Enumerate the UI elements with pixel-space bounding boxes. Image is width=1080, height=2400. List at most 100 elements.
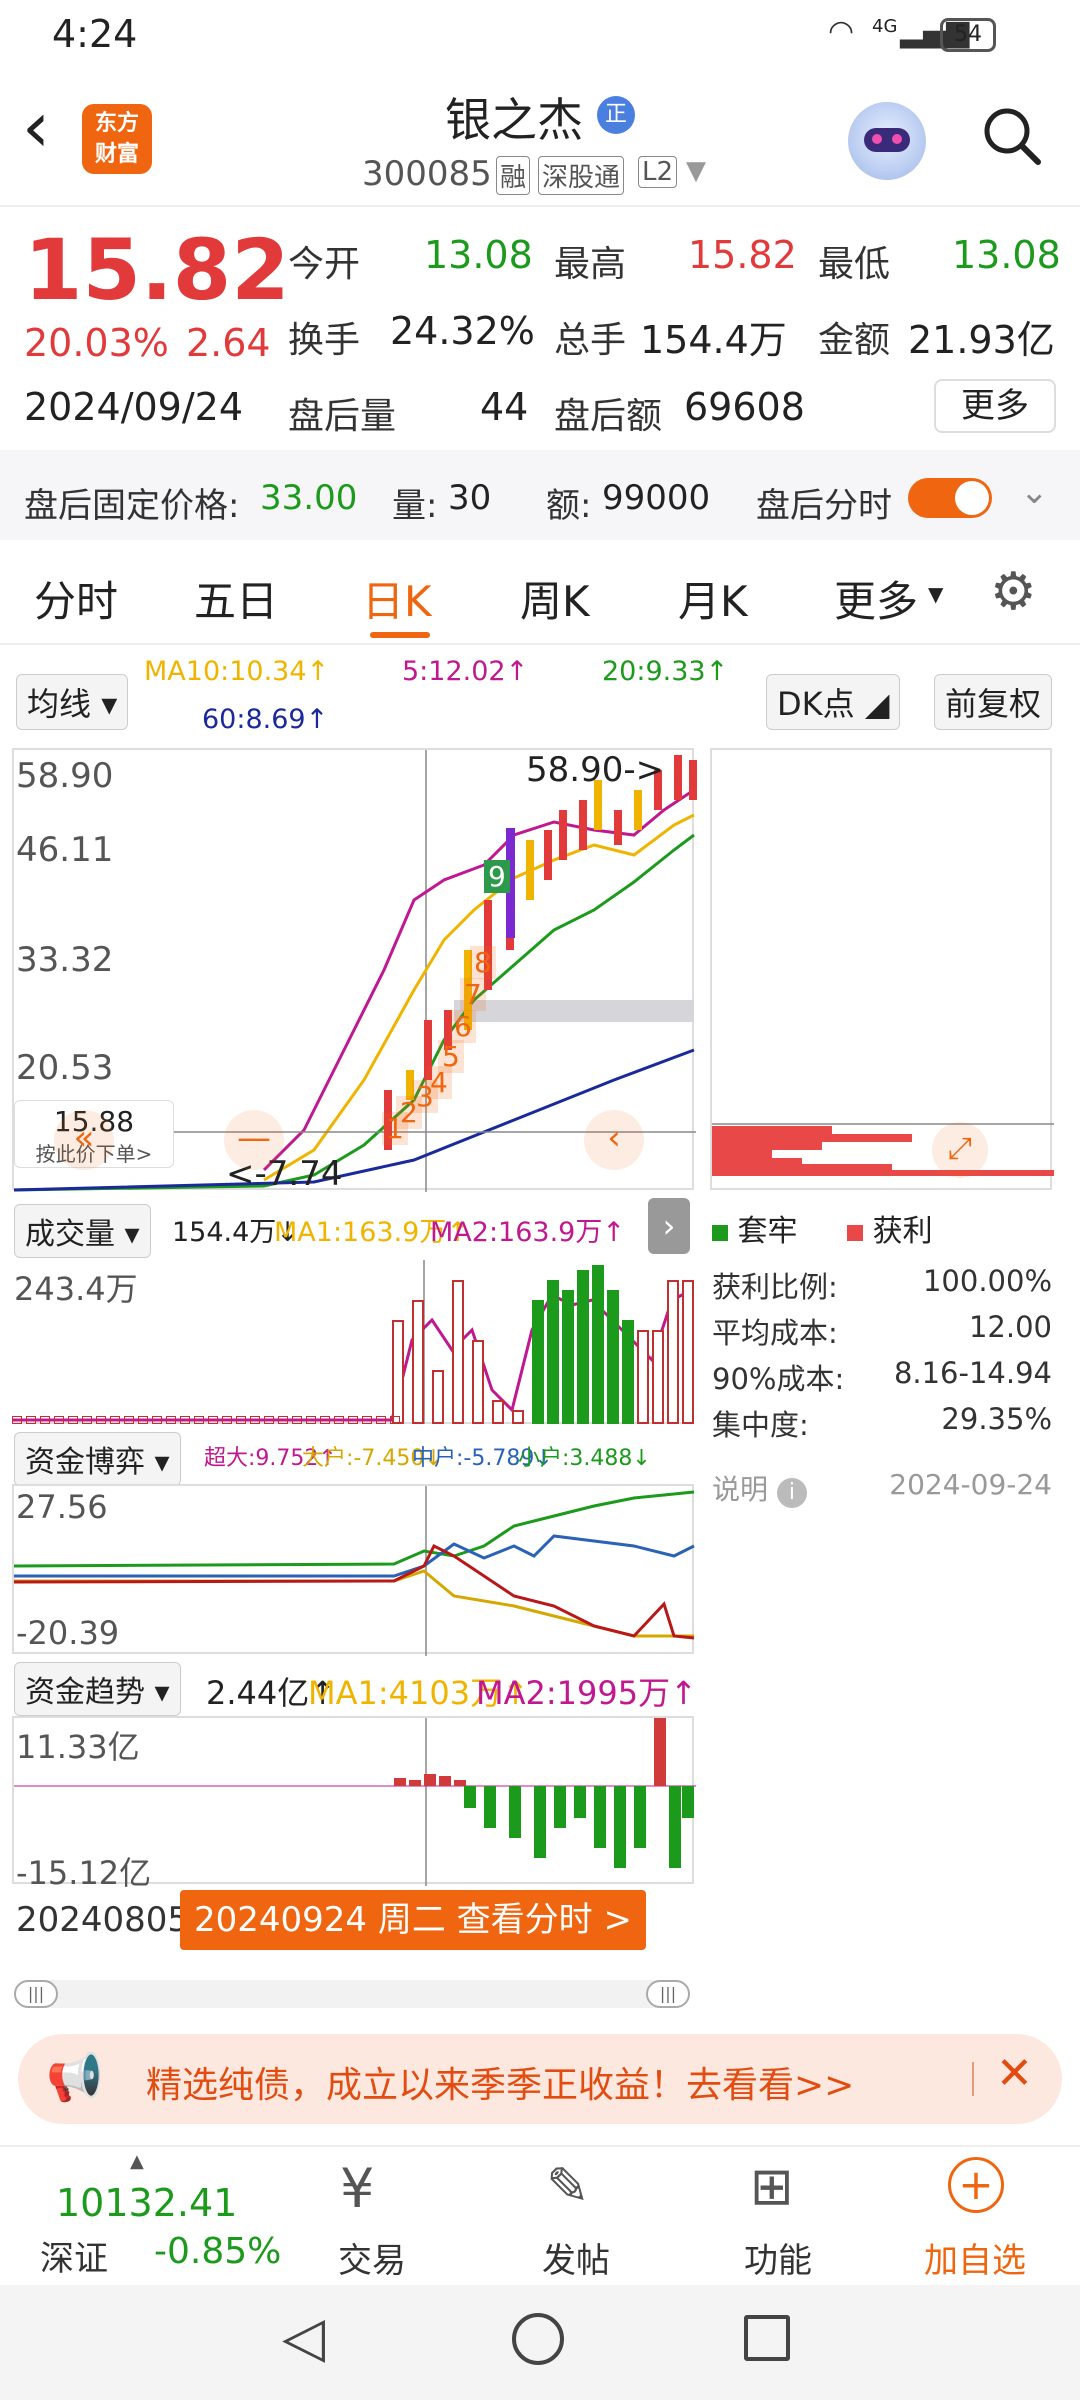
- adjust-button[interactable]: 前复权: [934, 674, 1053, 730]
- nav-home-icon[interactable]: [512, 2313, 564, 2365]
- tab-more-caret-icon: ▼: [928, 582, 944, 606]
- fund-game-chart[interactable]: 27.56 -20.39: [12, 1484, 695, 1656]
- search-icon[interactable]: [982, 106, 1042, 166]
- volume-chart[interactable]: 243.4万: [12, 1260, 694, 1424]
- kline-chart[interactable]: 123456789 58.90 46.11 33.32 20.53 58.90-…: [12, 748, 697, 1194]
- post-button[interactable]: 发帖: [542, 2233, 610, 2282]
- range-handle-left[interactable]: |||: [14, 1980, 58, 2008]
- dk-point-button[interactable]: DK点 ◢: [766, 674, 901, 730]
- expand-chevron-icon[interactable]: ⌄: [1020, 472, 1049, 512]
- ma-select[interactable]: 均线 ▾: [16, 674, 129, 730]
- low-value: 13.08: [952, 233, 1061, 277]
- fund-trend-bar: [464, 1786, 476, 1808]
- tab-more[interactable]: 更多: [834, 568, 918, 629]
- volume-ymax: 243.4万: [14, 1270, 138, 1308]
- more-button[interactable]: 更多: [934, 379, 1056, 433]
- nav-back-icon[interactable]: ◁: [282, 2305, 325, 2370]
- trade-icon[interactable]: ¥: [340, 2157, 374, 2220]
- caret-down-icon[interactable]: ▼: [686, 156, 706, 186]
- range-scrollbar[interactable]: ||| |||: [14, 1980, 690, 2008]
- expand-chip-icon[interactable]: ⤢: [932, 1122, 988, 1178]
- zoom-out-icon[interactable]: —: [224, 1110, 284, 1170]
- volume-bar: [54, 1416, 64, 1424]
- add-watchlist-button[interactable]: 加自选: [924, 2233, 1026, 2282]
- fund-trend-chart[interactable]: 11.33亿 -15.12亿: [12, 1716, 696, 1892]
- settings-gear-icon[interactable]: ⚙: [990, 562, 1037, 622]
- index-change: -0.85%: [154, 2231, 282, 2272]
- volume-bar: [512, 1410, 524, 1424]
- function-grid-icon[interactable]: ⊞: [750, 2157, 794, 2217]
- volume-bar: [12, 1416, 22, 1424]
- chip-note-link[interactable]: 说明: [712, 1473, 768, 1506]
- chip-date: 2024-09-24: [889, 1468, 1052, 1501]
- volume-bar: [250, 1416, 260, 1424]
- volume-bar: [472, 1340, 484, 1424]
- volume-bar: [682, 1280, 694, 1424]
- fund-trend-bar: [409, 1780, 421, 1786]
- fund-game-select[interactable]: 资金博弈 ▾: [14, 1432, 181, 1486]
- after-amt-value: 69608: [684, 385, 805, 429]
- index-collapse-icon[interactable]: ▲: [130, 2151, 144, 2172]
- td-count-label: 8: [470, 946, 496, 979]
- view-intraday-button[interactable]: 20240924 周二 查看分时 >: [180, 1890, 646, 1950]
- volume-bar: [667, 1280, 679, 1424]
- fund-trend-bar: [682, 1786, 694, 1818]
- range-handle-right[interactable]: |||: [646, 1980, 690, 2008]
- back-icon[interactable]: ‹: [22, 92, 50, 162]
- collapse-arrow-icon[interactable]: ›: [648, 1198, 690, 1254]
- scroll-left-icon[interactable]: «: [54, 1110, 114, 1170]
- add-watchlist-icon[interactable]: +: [948, 2157, 1004, 2213]
- fund-trend-bar: [484, 1786, 496, 1828]
- wifi-icon: ◠: [828, 14, 855, 49]
- tab-5day[interactable]: 五日: [194, 568, 278, 629]
- volume-bar: [292, 1416, 302, 1424]
- volume-bar: [532, 1300, 544, 1424]
- system-nav-bar: ◁: [0, 2285, 1080, 2400]
- stock-code: 300085: [362, 154, 492, 194]
- info-icon[interactable]: i: [776, 1478, 807, 1508]
- after-amt-label2: 额:: [546, 486, 592, 526]
- volume-bar: [592, 1265, 604, 1424]
- post-icon[interactable]: ✎: [546, 2157, 590, 2217]
- robot-avatar[interactable]: [848, 102, 926, 180]
- megaphone-icon: 📢: [46, 2050, 104, 2104]
- ad-banner[interactable]: 📢 精选纯债，成立以来季季正收益！去看看>> ✕: [18, 2034, 1062, 2124]
- trade-button[interactable]: 交易: [338, 2233, 406, 2282]
- candle: [579, 800, 587, 850]
- function-button[interactable]: 功能: [744, 2233, 812, 2282]
- ma20-legend: 20:9.33↑: [602, 656, 729, 687]
- afterhours-bar: 盘后固定价格: 33.00 量: 30 额: 99000 盘后分时 ⌄: [0, 450, 1080, 540]
- volume-select[interactable]: 成交量 ▾: [14, 1204, 151, 1258]
- tab-daily-k[interactable]: 日K: [362, 568, 432, 629]
- volume-bar: [547, 1280, 559, 1424]
- volume-bar: [412, 1300, 424, 1424]
- after-amt: 99000: [602, 478, 711, 518]
- nav-recents-icon[interactable]: [744, 2315, 790, 2361]
- chip-stat-key: 获利比例:: [712, 1270, 838, 1304]
- network-label: 4G: [872, 16, 898, 37]
- volume-bar: [492, 1400, 504, 1424]
- tab-weekly-k[interactable]: 周K: [520, 568, 590, 629]
- after-amt-label: 盘后额: [554, 396, 663, 437]
- amount-label: 金额: [818, 320, 891, 361]
- volume-bar: [607, 1290, 619, 1424]
- prev-icon[interactable]: ‹: [584, 1110, 644, 1170]
- fund-trend-ymax: 11.33亿: [16, 1728, 140, 1766]
- volume-ma2-legend: MA2:163.9万↑: [430, 1217, 625, 1248]
- fund-trend-bar: [554, 1786, 566, 1828]
- chip-stat-value: 100.00%: [922, 1264, 1052, 1298]
- tab-monthly-k[interactable]: 月K: [678, 568, 748, 629]
- tab-intraday[interactable]: 分时: [34, 568, 118, 629]
- legend-trapped: 套牢: [737, 1214, 798, 1249]
- dk-label: DK点: [777, 685, 855, 723]
- fund-trend-select[interactable]: 资金趋势 ▾: [14, 1662, 181, 1716]
- volume-bar: [652, 1330, 664, 1424]
- index-value[interactable]: 10132.41: [56, 2181, 237, 2225]
- after-chart-toggle[interactable]: [908, 478, 992, 518]
- volume-bar: [40, 1416, 50, 1424]
- chip-distribution-chart[interactable]: ⤢: [710, 748, 1054, 1190]
- fund-trend-bar: [594, 1786, 606, 1848]
- stock-header: ‹ 东方 财富 银之杰 正 300085 融 深股通 L2 ▼: [0, 72, 1080, 207]
- candle: [526, 840, 534, 900]
- ad-close-icon[interactable]: ✕: [996, 2048, 1033, 2099]
